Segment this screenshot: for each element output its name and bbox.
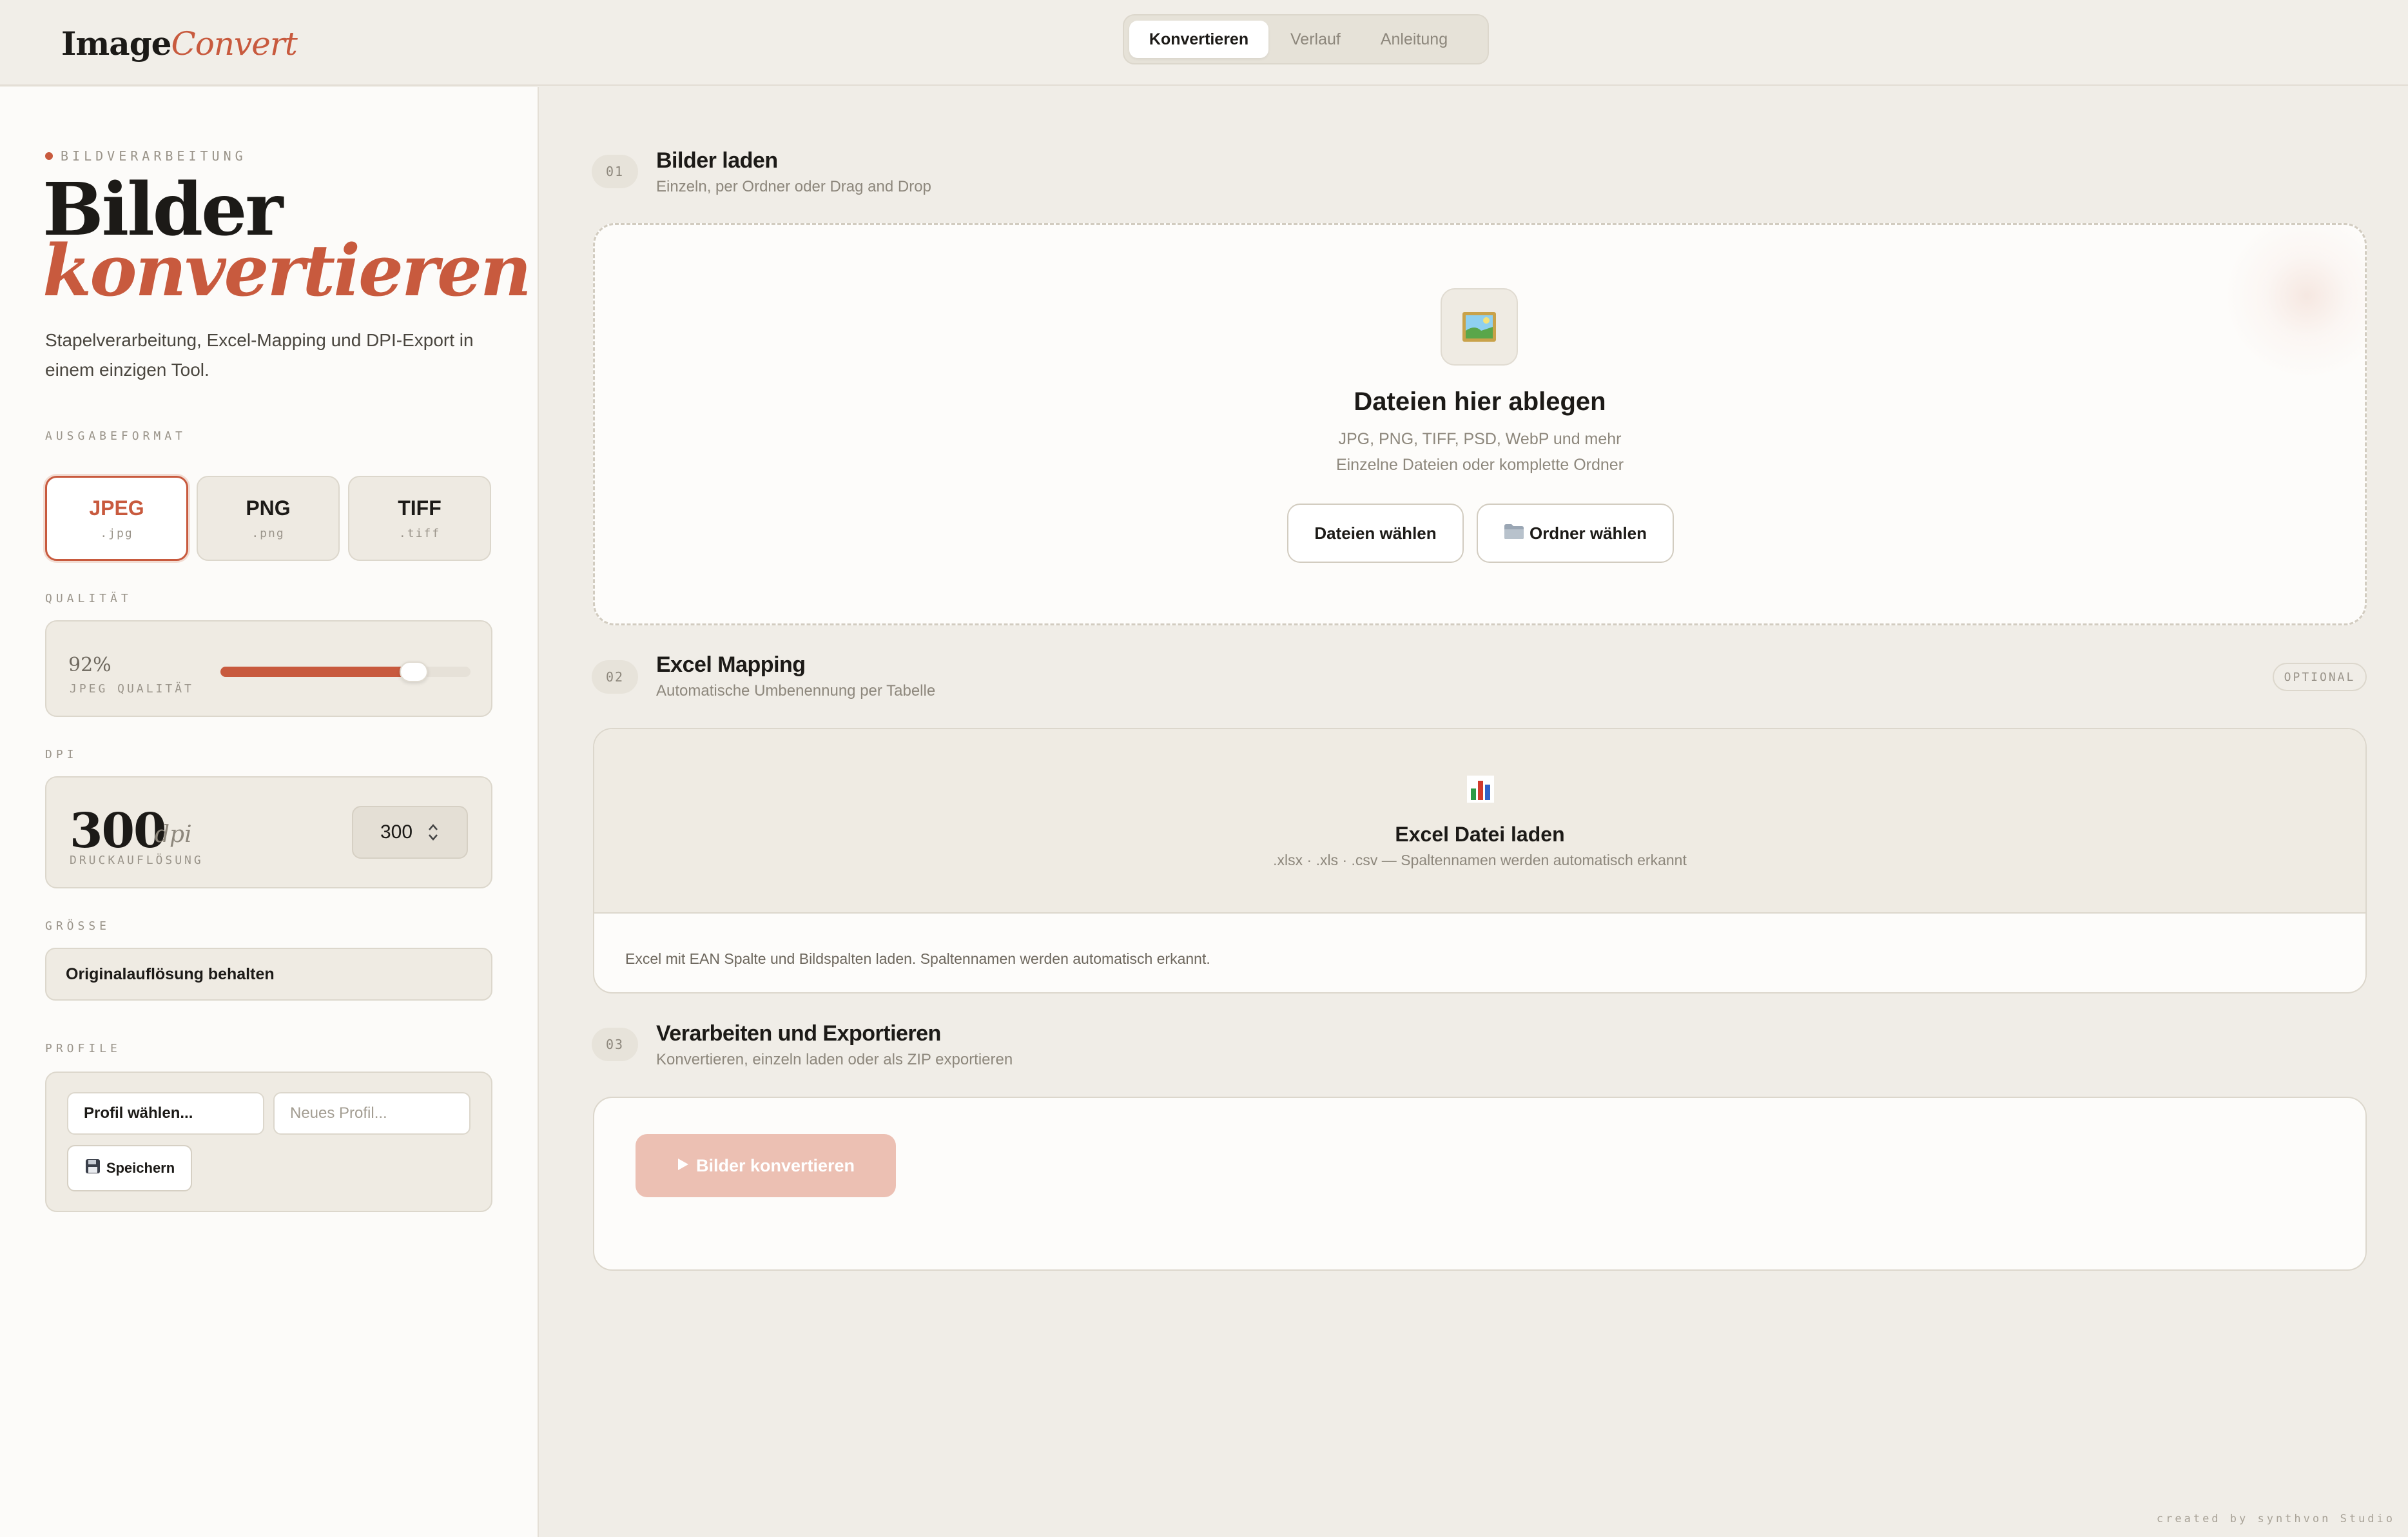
hero-description: Stapelverarbeitung, Excel-Mapping und DP… [45, 330, 474, 380]
step-subtitle-3: Konvertieren, einzeln laden oder als ZIP… [656, 1051, 1013, 1068]
choose-folder-button[interactable]: Ordner wählen [1477, 504, 1674, 563]
size-label: GRÖSSE [45, 919, 111, 933]
format-png-button[interactable]: PNG .png [197, 476, 340, 561]
format-tiff-button[interactable]: TIFF .tiff [348, 476, 491, 561]
quality-sub: JPEG QUALITÄT [70, 682, 194, 696]
dpi-label: DPI [45, 748, 78, 761]
top-bar: ImageConvert Konvertieren Verlauf Anleit… [0, 0, 2408, 86]
excel-load-subtitle: .xlsx · .xls · .csv — Spaltennamen werde… [1273, 852, 1687, 868]
format-name: PNG [246, 496, 291, 520]
convert-label: Bilder konvertieren [695, 1155, 855, 1175]
new-profile-input[interactable]: Neues Profil... [273, 1092, 471, 1135]
sidebar-eyebrow: BILDVERARBEITUNG [45, 148, 247, 164]
format-name: TIFF [398, 496, 442, 520]
step-number-2: 02 [592, 660, 638, 694]
dropzone-formats: JPG, PNG, TIFF, PSD, WebP und mehr [1338, 430, 1622, 448]
profile-card: Profil wählen... Neues Profil... Speiche… [45, 1072, 492, 1212]
quality-card: 92% JPEG QUALITÄT [45, 620, 492, 717]
step-title-1: Bilder laden [656, 148, 778, 173]
floppy-disk-icon [84, 1158, 101, 1179]
optional-badge: OPTIONAL [2273, 663, 2367, 691]
up-down-chevron-icon[interactable] [427, 822, 440, 843]
dpi-stepper-value: 300 [380, 821, 413, 843]
step-number-3: 03 [592, 1028, 638, 1061]
profile-select[interactable]: Profil wählen... [67, 1092, 264, 1135]
choose-folder-label: Ordner wählen [1529, 523, 1647, 543]
quality-slider-fill [220, 667, 414, 677]
tab-anleitung[interactable]: Anleitung [1363, 21, 1466, 58]
size-select[interactable]: Originalauflösung behalten [45, 948, 492, 1001]
tab-verlauf[interactable]: Verlauf [1272, 21, 1359, 58]
step-subtitle-1: Einzeln, per Ordner oder Drag and Drop [656, 178, 931, 195]
decorative-glow [2223, 225, 2365, 380]
profile-label: PROFILE [45, 1042, 121, 1055]
excel-load-title: Excel Datei laden [1395, 823, 1565, 846]
accent-dot-icon [45, 152, 53, 160]
dpi-stepper[interactable]: 300 [352, 806, 468, 859]
step-title-2: Excel Mapping [656, 652, 806, 677]
quality-label: QUALITÄT [45, 592, 132, 605]
excel-upload-area[interactable]: Excel Datei laden .xlsx · .xls · .csv — … [594, 729, 2365, 914]
app-logo[interactable]: ImageConvert [61, 24, 298, 63]
dropzone-title: Dateien hier ablegen [1354, 387, 1606, 416]
quality-slider[interactable] [220, 661, 471, 682]
format-ext: .tiff [398, 527, 441, 540]
dpi-unit: dpi [155, 821, 192, 848]
step-number-1: 01 [592, 155, 638, 188]
choose-files-button[interactable]: Dateien wählen [1287, 504, 1464, 563]
format-ext: .jpg [100, 527, 133, 540]
play-icon [677, 1156, 690, 1176]
dpi-value: 300 [70, 803, 166, 859]
save-label: Speichern [106, 1160, 175, 1176]
step-title-3: Verarbeiten und Exportieren [656, 1021, 941, 1046]
export-card: Bilder konvertieren [593, 1097, 2367, 1271]
format-selector: JPEG .jpg PNG .png TIFF .tiff [45, 476, 491, 561]
format-label: AUSGABEFORMAT [45, 429, 186, 443]
excel-note: Excel mit EAN Spalte und Bildspalten lad… [625, 950, 1210, 967]
dpi-card: 300 dpi DRUCKAUFLÖSUNG 300 [45, 776, 492, 888]
tab-konvertieren[interactable]: Konvertieren [1129, 21, 1268, 58]
folder-icon [1504, 523, 1524, 544]
footer-credit: created by synthvon Studio [2156, 1513, 2395, 1525]
convert-images-button[interactable]: Bilder konvertieren [636, 1134, 896, 1197]
save-profile-button[interactable]: Speichern [67, 1145, 192, 1191]
quality-slider-thumb[interactable] [399, 661, 428, 682]
file-dropzone[interactable]: Dateien hier ablegen JPG, PNG, TIFF, PSD… [593, 223, 2367, 625]
format-ext: .png [251, 527, 285, 540]
quality-value: 92% [68, 654, 112, 676]
main-tabs: Konvertieren Verlauf Anleitung [1123, 14, 1489, 64]
dpi-sub: DRUCKAUFLÖSUNG [70, 854, 204, 867]
step-subtitle-2: Automatische Umbenennung per Tabelle [656, 682, 936, 700]
format-name: JPEG [89, 496, 144, 520]
bar-chart-icon [1466, 774, 1495, 807]
hero-title-line2: konvertieren [43, 229, 532, 312]
picture-icon [1441, 288, 1518, 366]
format-jpeg-button[interactable]: JPEG .jpg [45, 476, 188, 561]
dropzone-hint: Einzelne Dateien oder komplette Ordner [1335, 456, 1624, 474]
excel-mapping-card: Excel Datei laden .xlsx · .xls · .csv — … [593, 728, 2367, 994]
eyebrow-text: BILDVERARBEITUNG [61, 148, 247, 164]
